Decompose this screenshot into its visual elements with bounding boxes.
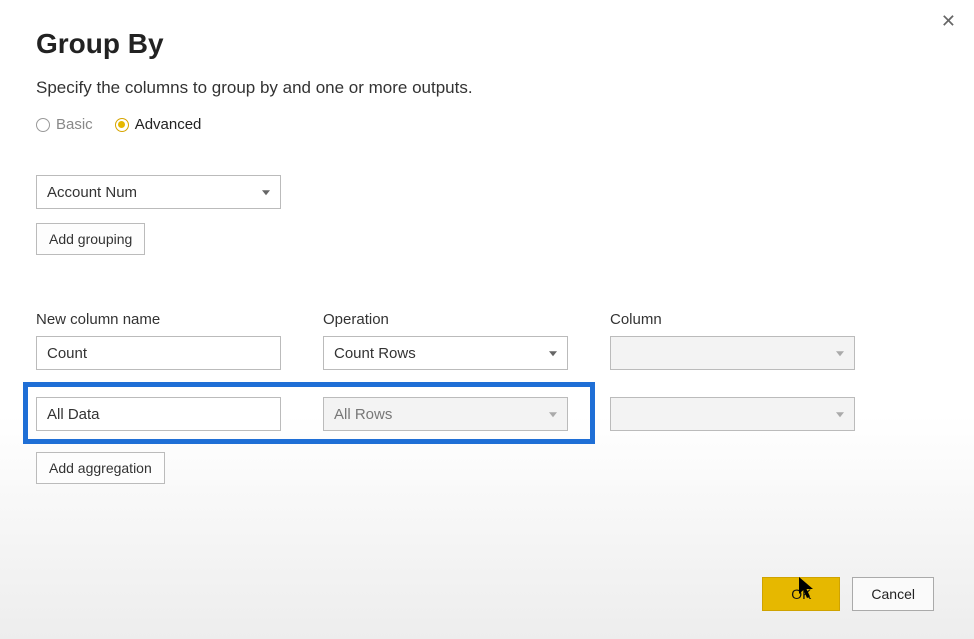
group-by-dialog: Group By Specify the columns to group by… bbox=[0, 0, 974, 484]
radio-icon bbox=[36, 118, 50, 132]
operation-value: All Rows bbox=[334, 406, 392, 423]
chevron-down-icon bbox=[836, 412, 844, 417]
cancel-button[interactable]: Cancel bbox=[852, 577, 934, 611]
chevron-down-icon bbox=[262, 190, 270, 195]
operation-value: Count Rows bbox=[334, 345, 416, 362]
radio-icon bbox=[115, 118, 129, 132]
chevron-down-icon bbox=[549, 412, 557, 417]
dialog-subtitle: Specify the columns to group by and one … bbox=[36, 78, 938, 98]
radio-advanced-label: Advanced bbox=[135, 116, 202, 133]
column-dropdown[interactable] bbox=[610, 336, 855, 370]
add-grouping-button[interactable]: Add grouping bbox=[36, 223, 145, 255]
column-dropdown[interactable] bbox=[610, 397, 855, 431]
new-column-name-input[interactable] bbox=[36, 397, 281, 431]
close-icon[interactable]: ✕ bbox=[939, 10, 958, 32]
operation-dropdown[interactable]: Count Rows bbox=[323, 336, 568, 370]
operation-dropdown[interactable]: All Rows bbox=[323, 397, 568, 431]
radio-basic[interactable]: Basic bbox=[36, 116, 93, 133]
aggregation-row: All Rows bbox=[36, 397, 582, 431]
header-column: Column bbox=[610, 311, 855, 328]
add-aggregation-button[interactable]: Add aggregation bbox=[36, 452, 165, 484]
grouping-column-dropdown[interactable]: Account Num bbox=[36, 175, 281, 209]
chevron-down-icon bbox=[836, 351, 844, 356]
mode-radio-group: Basic Advanced bbox=[36, 116, 938, 133]
header-new-column-name: New column name bbox=[36, 311, 281, 328]
highlighted-aggregation: All Rows bbox=[23, 382, 595, 444]
new-column-name-input[interactable] bbox=[36, 336, 281, 370]
header-operation: Operation bbox=[323, 311, 568, 328]
radio-basic-label: Basic bbox=[56, 116, 93, 133]
dialog-footer: OK Cancel bbox=[762, 577, 934, 611]
dialog-title: Group By bbox=[36, 28, 938, 60]
aggregation-row: Count Rows bbox=[36, 336, 938, 370]
ok-button[interactable]: OK bbox=[762, 577, 840, 611]
radio-advanced[interactable]: Advanced bbox=[115, 116, 202, 133]
grouping-column-value: Account Num bbox=[47, 184, 137, 201]
aggregation-headers: New column name Operation Column bbox=[36, 311, 938, 328]
chevron-down-icon bbox=[549, 351, 557, 356]
